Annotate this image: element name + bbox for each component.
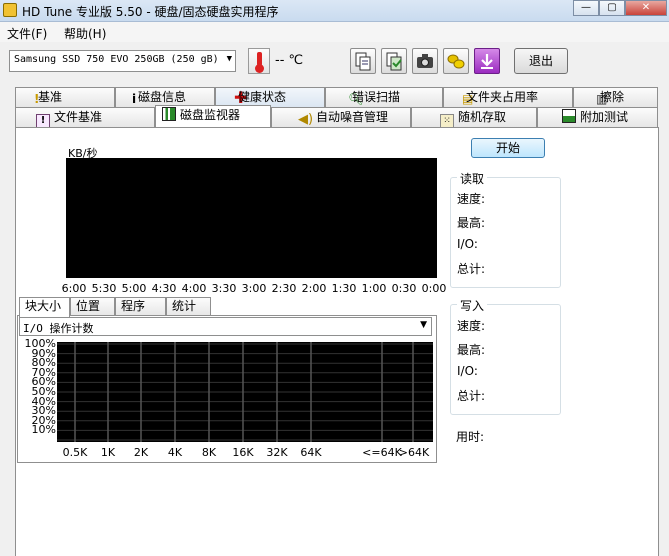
folder-icon: ▤ — [462, 92, 474, 106]
menu-bar: 文件(F) 帮助(H) — [0, 22, 669, 42]
magnifier-icon: 🔍︎ — [348, 92, 364, 106]
time-tick-label: 4:30 — [151, 282, 177, 295]
time-tick-label: 5:00 — [121, 282, 147, 295]
read-speed-label: 速度: — [457, 192, 486, 206]
coins-button[interactable] — [443, 48, 469, 74]
menu-help[interactable]: 帮助(H) — [64, 25, 106, 42]
download-icon — [481, 54, 493, 69]
tab-disk-info[interactable]: i 磁盘信息 — [115, 87, 215, 107]
thermometer-icon — [248, 48, 270, 74]
app-icon — [3, 3, 17, 17]
window-title: HD Tune 专业版 5.50 - 硬盘/固态硬盘实用程序 — [22, 5, 279, 19]
exit-button[interactable]: 退出 — [514, 48, 568, 74]
block-size-tick-label: 2K — [133, 446, 149, 459]
menu-file[interactable]: 文件(F) — [7, 25, 47, 42]
maximize-button[interactable]: ▢ — [599, 0, 625, 16]
read-group-title: 读取 — [457, 170, 488, 187]
block-size-tick-label: >64K — [398, 446, 430, 459]
tab-error-scan[interactable]: 🔍︎错误扫描 — [325, 87, 443, 107]
block-size-tick-label: <=64K — [362, 446, 402, 459]
block-size-histogram — [57, 342, 433, 442]
tab-row-bottom: ! 文件基准 磁盘监视器 ◀) 自动噪音管理 ⁙ 随机存取 附加测试 — [15, 105, 658, 128]
monitor-chart-icon — [162, 107, 176, 121]
title-bar: HD Tune 专业版 5.50 - 硬盘/固态硬盘实用程序 — ▢ ✕ — [0, 0, 669, 22]
write-speed-label: 速度: — [457, 319, 486, 333]
subtab-position[interactable]: 位置 — [70, 297, 115, 316]
tab-file-benchmark[interactable]: ! 文件基准 — [15, 107, 155, 128]
read-total-label: 总计: — [457, 262, 486, 276]
gold-coins-icon — [447, 54, 465, 69]
chevron-down-icon: ▼ — [226, 54, 232, 64]
time-tick-label: 0:00 — [421, 282, 447, 295]
extra-tests-icon — [562, 109, 576, 123]
percent-tick-label: 10% — [31, 423, 56, 437]
time-tick-label: 2:00 — [301, 282, 327, 295]
toolbar: Samsung SSD 750 EVO 250GB (250 gB) ▼ -- … — [0, 42, 669, 82]
copy-all-button[interactable] — [381, 48, 407, 74]
subtab-block-size[interactable]: 块大小 — [19, 297, 70, 317]
file-benchmark-icon: ! — [36, 114, 50, 128]
red-cross-icon: ✚ — [234, 88, 248, 107]
block-size-tick-label: 64K — [300, 446, 322, 459]
time-tick-label: 4:00 — [181, 282, 207, 295]
transfer-rate-graph — [66, 158, 437, 278]
histogram-grid — [57, 342, 433, 442]
start-button[interactable]: 开始 — [471, 138, 545, 158]
write-group: 写入 速度: 最高: I/O: 总计: — [450, 297, 561, 415]
drive-select[interactable]: Samsung SSD 750 EVO 250GB (250 gB) ▼ — [9, 50, 236, 72]
block-size-tick-label: 32K — [266, 446, 288, 459]
time-tick-label: 3:00 — [241, 282, 267, 295]
copy-button[interactable] — [350, 48, 376, 74]
time-tick-label: 1:00 — [361, 282, 387, 295]
copy-icon — [355, 52, 371, 71]
io-type-value: I/O 操作计数 — [23, 322, 94, 335]
tab-health[interactable]: ✚健康状态 — [215, 87, 325, 107]
subtab-statistics[interactable]: 统计 — [166, 297, 211, 316]
write-io-label: I/O: — [457, 364, 478, 378]
read-io-label: I/O: — [457, 237, 478, 251]
trash-icon: ▥ — [596, 92, 608, 106]
speaker-icon: ◀) — [298, 112, 314, 127]
block-size-tick-label: 4K — [167, 446, 183, 459]
copy-all-icon — [386, 52, 402, 71]
write-group-title: 写入 — [457, 297, 488, 314]
chevron-down-icon: ▼ — [420, 320, 427, 330]
drive-select-value: Samsung SSD 750 EVO 250GB (250 gB) — [14, 54, 219, 65]
time-tick-label: 6:00 — [61, 282, 87, 295]
close-button[interactable]: ✕ — [625, 0, 667, 16]
block-size-tick-label: 0.5K — [62, 446, 88, 459]
tab-noise-management[interactable]: ◀) 自动噪音管理 — [271, 107, 411, 127]
tab-extra-tests[interactable]: 附加测试 — [537, 107, 658, 127]
block-size-tick-label: 8K — [201, 446, 217, 459]
time-tick-label: 2:30 — [271, 282, 297, 295]
time-tick-label: 3:30 — [211, 282, 237, 295]
camera-icon — [417, 54, 433, 68]
dice-icon: ⁙ — [440, 114, 454, 128]
subtab-program[interactable]: 程序 — [115, 297, 166, 316]
tab-folder-usage[interactable]: ▤文件夹占用率 — [443, 87, 573, 107]
time-tick-label: 5:30 — [91, 282, 117, 295]
temperature-readout: -- ℃ — [275, 53, 304, 68]
tab-benchmark[interactable]: !基准 — [15, 87, 115, 107]
block-size-tick-label: 16K — [232, 446, 254, 459]
minimize-button[interactable]: — — [573, 0, 599, 16]
io-type-select[interactable]: I/O 操作计数 ▼ — [19, 317, 432, 336]
write-max-label: 最高: — [457, 343, 486, 357]
read-group: 读取 速度: 最高: I/O: 总计: — [450, 170, 561, 288]
tab-disk-monitor[interactable]: 磁盘监视器 — [155, 105, 271, 127]
info-icon: i — [132, 92, 137, 106]
time-tick-label: 0:30 — [391, 282, 417, 295]
block-size-tick-label: 1K — [100, 446, 116, 459]
tab-erase[interactable]: ▥擦除 — [573, 87, 658, 107]
write-total-label: 总计: — [457, 389, 486, 403]
tab-random-access[interactable]: ⁙ 随机存取 — [411, 107, 537, 128]
exclamation-icon: ! — [34, 92, 40, 106]
screenshot-button[interactable] — [412, 48, 438, 74]
time-tick-label: 1:30 — [331, 282, 357, 295]
elapsed-time-label: 用时: — [456, 430, 485, 444]
download-button[interactable] — [474, 48, 500, 74]
read-max-label: 最高: — [457, 216, 486, 230]
tab-row-top: !基准 i 磁盘信息 ✚健康状态 🔍︎错误扫描 ▤文件夹占用率 ▥擦除 — [15, 87, 658, 107]
